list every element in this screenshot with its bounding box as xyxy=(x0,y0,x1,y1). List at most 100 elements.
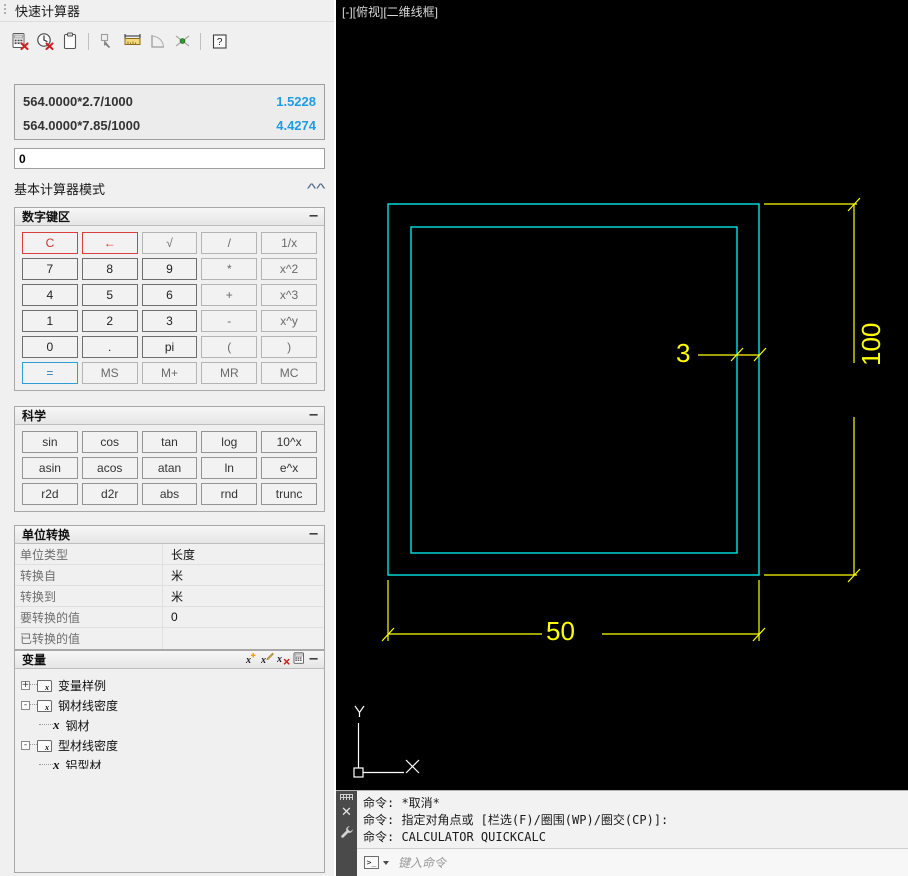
section-scientific-header[interactable]: 科学 − xyxy=(14,406,325,425)
intersection-of-lines-icon[interactable] xyxy=(170,30,194,54)
scientific-key[interactable]: atan xyxy=(141,457,198,479)
distance-between-points-icon[interactable] xyxy=(120,30,144,54)
numpad-key[interactable]: 2 xyxy=(81,310,138,332)
scientific-key[interactable]: 10^x xyxy=(261,431,317,453)
scientific-key[interactable]: log xyxy=(201,431,258,453)
numpad-key[interactable]: 9 xyxy=(141,258,198,280)
history-row[interactable]: 564.0000*7.85/1000 4.4274 xyxy=(23,113,316,137)
collapse-icon[interactable]: - xyxy=(21,700,30,710)
unit-conversion-value[interactable]: 米 xyxy=(163,586,324,606)
numpad-key[interactable]: C xyxy=(22,232,78,254)
numpad-key[interactable]: + xyxy=(201,284,258,306)
numpad-key[interactable]: x^y xyxy=(261,310,317,332)
history-row[interactable]: 564.0000*2.7/1000 1.5228 xyxy=(23,89,316,113)
collapse-icon[interactable]: − xyxy=(308,210,319,223)
scientific-key[interactable]: e^x xyxy=(261,457,317,479)
variable-node[interactable]: x 钢材 xyxy=(21,715,324,735)
unit-conversion-value[interactable] xyxy=(163,628,324,649)
numpad-key[interactable]: * xyxy=(201,258,258,280)
paste-to-command-line-icon[interactable] xyxy=(58,30,82,54)
unit-conversion-value[interactable]: 0 xyxy=(163,607,324,627)
numpad-key[interactable]: ( xyxy=(201,336,258,358)
scientific-key[interactable]: acos xyxy=(81,457,138,479)
numpad-key[interactable]: . xyxy=(81,336,138,358)
collapse-icon[interactable]: - xyxy=(21,740,30,750)
numpad-key[interactable]: / xyxy=(201,232,258,254)
numpad-key[interactable]: pi xyxy=(141,336,198,358)
inner-rectangle[interactable] xyxy=(410,226,738,554)
numpad-key[interactable]: 4 xyxy=(22,284,78,306)
numpad-key[interactable]: ) xyxy=(261,336,317,358)
scientific-key[interactable]: asin xyxy=(22,457,78,479)
palette-drag-grip[interactable] xyxy=(4,4,10,17)
numpad-key[interactable]: 1/x xyxy=(261,232,317,254)
wall-thickness-dimension-text[interactable]: 3 xyxy=(676,338,690,369)
variable-group-node[interactable]: - x 型材线密度 xyxy=(21,735,324,755)
numpad-key[interactable]: = xyxy=(22,362,78,384)
numpad-key[interactable]: MC xyxy=(261,362,317,384)
command-line-drag-grip[interactable] xyxy=(340,794,353,800)
expand-icon[interactable]: + xyxy=(21,680,30,690)
unit-conversion-value[interactable]: 长度 xyxy=(163,544,324,564)
wrench-icon[interactable] xyxy=(336,825,357,842)
scientific-key[interactable]: sin xyxy=(22,431,78,453)
scientific-key[interactable]: r2d xyxy=(22,483,78,505)
numpad-key[interactable]: 0 xyxy=(22,336,78,358)
unit-conversion-value[interactable]: 米 xyxy=(163,565,324,585)
command-prompt-icon[interactable]: >_ xyxy=(364,856,379,869)
return-variable-to-input-icon[interactable] xyxy=(293,652,305,667)
unit-conversion-row[interactable]: 转换自米 xyxy=(15,565,324,586)
calculator-input-field[interactable]: 0 xyxy=(14,148,325,169)
numpad-key[interactable]: 3 xyxy=(141,310,198,332)
clear-history-icon[interactable] xyxy=(33,30,57,54)
command-input-placeholder[interactable]: 键入命令 xyxy=(398,854,446,871)
numpad-key[interactable]: 8 xyxy=(81,258,138,280)
new-variable-icon[interactable]: x xyxy=(245,652,258,668)
section-numpad-header[interactable]: 数字键区 − xyxy=(14,207,325,226)
variable-group-node[interactable]: + x 变量样例 xyxy=(21,675,324,695)
scientific-key[interactable]: tan xyxy=(141,431,198,453)
numpad-key[interactable]: 5 xyxy=(81,284,138,306)
collapse-icon[interactable]: − xyxy=(308,528,319,541)
scientific-key[interactable]: rnd xyxy=(201,483,258,505)
numpad-key[interactable]: x^3 xyxy=(261,284,317,306)
numpad-key[interactable]: - xyxy=(201,310,258,332)
unit-conversion-row[interactable]: 要转换的值 0 xyxy=(15,607,324,628)
close-icon[interactable]: ✕ xyxy=(336,804,357,820)
numpad-key[interactable]: x^2 xyxy=(261,258,317,280)
unit-conversion-row[interactable]: 单位类型 长度 xyxy=(15,544,324,565)
outer-rectangle[interactable] xyxy=(387,203,760,576)
get-coordinates-icon[interactable] xyxy=(95,30,119,54)
help-icon[interactable]: ? xyxy=(207,30,231,54)
angle-of-line-icon[interactable] xyxy=(145,30,169,54)
section-variables-header[interactable]: 变量 x x x − xyxy=(14,650,325,669)
numpad-key[interactable]: MS xyxy=(81,362,138,384)
collapse-icon[interactable]: − xyxy=(308,409,319,422)
numpad-key[interactable]: 1 xyxy=(22,310,78,332)
chevron-up-icon[interactable]: ^^ xyxy=(307,181,328,195)
numpad-key[interactable]: 6 xyxy=(141,284,198,306)
section-units-header[interactable]: 单位转换 − xyxy=(14,525,325,544)
numpad-key[interactable]: 7 xyxy=(22,258,78,280)
numpad-key[interactable]: ← xyxy=(81,232,138,254)
scientific-key[interactable]: abs xyxy=(141,483,198,505)
numpad-key[interactable]: √ xyxy=(141,232,198,254)
height-dimension-text[interactable]: 100 xyxy=(856,323,887,366)
unit-conversion-row[interactable]: 已转换的值 xyxy=(15,628,324,649)
scientific-key[interactable]: ln xyxy=(201,457,258,479)
variable-group-node[interactable]: - x 钢材线密度 xyxy=(21,695,324,715)
collapse-icon[interactable]: − xyxy=(308,653,319,666)
width-dimension-text[interactable]: 50 xyxy=(546,616,575,647)
delete-variable-icon[interactable]: x xyxy=(276,652,290,668)
expression-history-list[interactable]: 564.0000*2.7/1000 1.5228 564.0000*7.85/1… xyxy=(14,84,325,140)
numpad-key[interactable]: MR xyxy=(201,362,258,384)
unit-conversion-row[interactable]: 转换到米 xyxy=(15,586,324,607)
cad-drawing-viewport[interactable]: [-][俯视][二维线框] 50 100 3 xyxy=(336,0,908,790)
scientific-key[interactable]: d2r xyxy=(81,483,138,505)
edit-variable-icon[interactable]: x xyxy=(260,652,274,668)
palette-title-bar[interactable]: 快速计算器 xyxy=(0,0,334,21)
clear-calculator-icon[interactable] xyxy=(8,30,32,54)
scientific-key[interactable]: trunc xyxy=(261,483,317,505)
numpad-key[interactable]: M+ xyxy=(141,362,198,384)
chevron-down-icon[interactable] xyxy=(383,860,389,865)
